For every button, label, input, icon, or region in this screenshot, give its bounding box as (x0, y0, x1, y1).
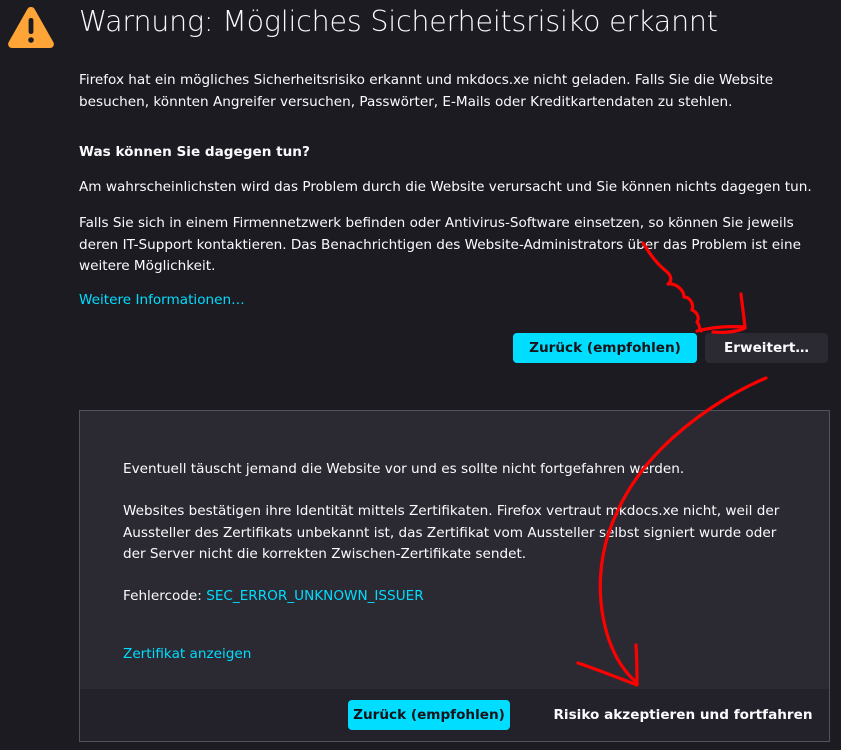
back-recommended-button-secondary[interactable]: Zurück (empfohlen) (348, 700, 510, 730)
annotation-arrowhead-top (711, 292, 747, 334)
accept-risk-button[interactable]: Risiko akzeptieren und fortfahren (548, 700, 818, 730)
warning-triangle-icon (8, 7, 54, 48)
error-code-label: Fehlercode: (123, 588, 202, 604)
view-certificate-link[interactable]: Zertifikat anzeigen (123, 644, 251, 666)
advanced-button[interactable]: Erweitert… (705, 333, 828, 363)
certificate-explanation-text: Websites bestätigen ihre Identität mitte… (123, 503, 780, 562)
more-info-link[interactable]: Weitere Informationen… (79, 290, 245, 312)
likely-cause-text: Am wahrscheinlichsten wird das Problem d… (79, 179, 812, 195)
contact-support-text: Falls Sie sich in einem Firmennetzwerk b… (79, 215, 801, 274)
error-code-line: Fehlercode: SEC_ERROR_UNKNOWN_ISSUER (123, 586, 424, 608)
page-title: Warnung: Mögliches Sicherheitsrisiko erk… (79, 5, 718, 38)
back-recommended-button[interactable]: Zurück (empfohlen) (513, 333, 697, 363)
advanced-button-bar: Zurück (empfohlen) Risiko akzeptieren un… (80, 689, 829, 741)
annotation-arrow-to-advanced-bend (695, 325, 747, 333)
advanced-panel: Eventuell täuscht jemand die Website vor… (79, 410, 830, 742)
what-can-you-do-heading: Was können Sie dagegen tun? (79, 144, 310, 160)
error-code-link[interactable]: SEC_ERROR_UNKNOWN_ISSUER (206, 588, 424, 604)
intro-text: Firefox hat ein mögliches Sicherheitsris… (79, 72, 774, 110)
impersonation-warning-text: Eventuell täuscht jemand die Website vor… (123, 461, 685, 477)
